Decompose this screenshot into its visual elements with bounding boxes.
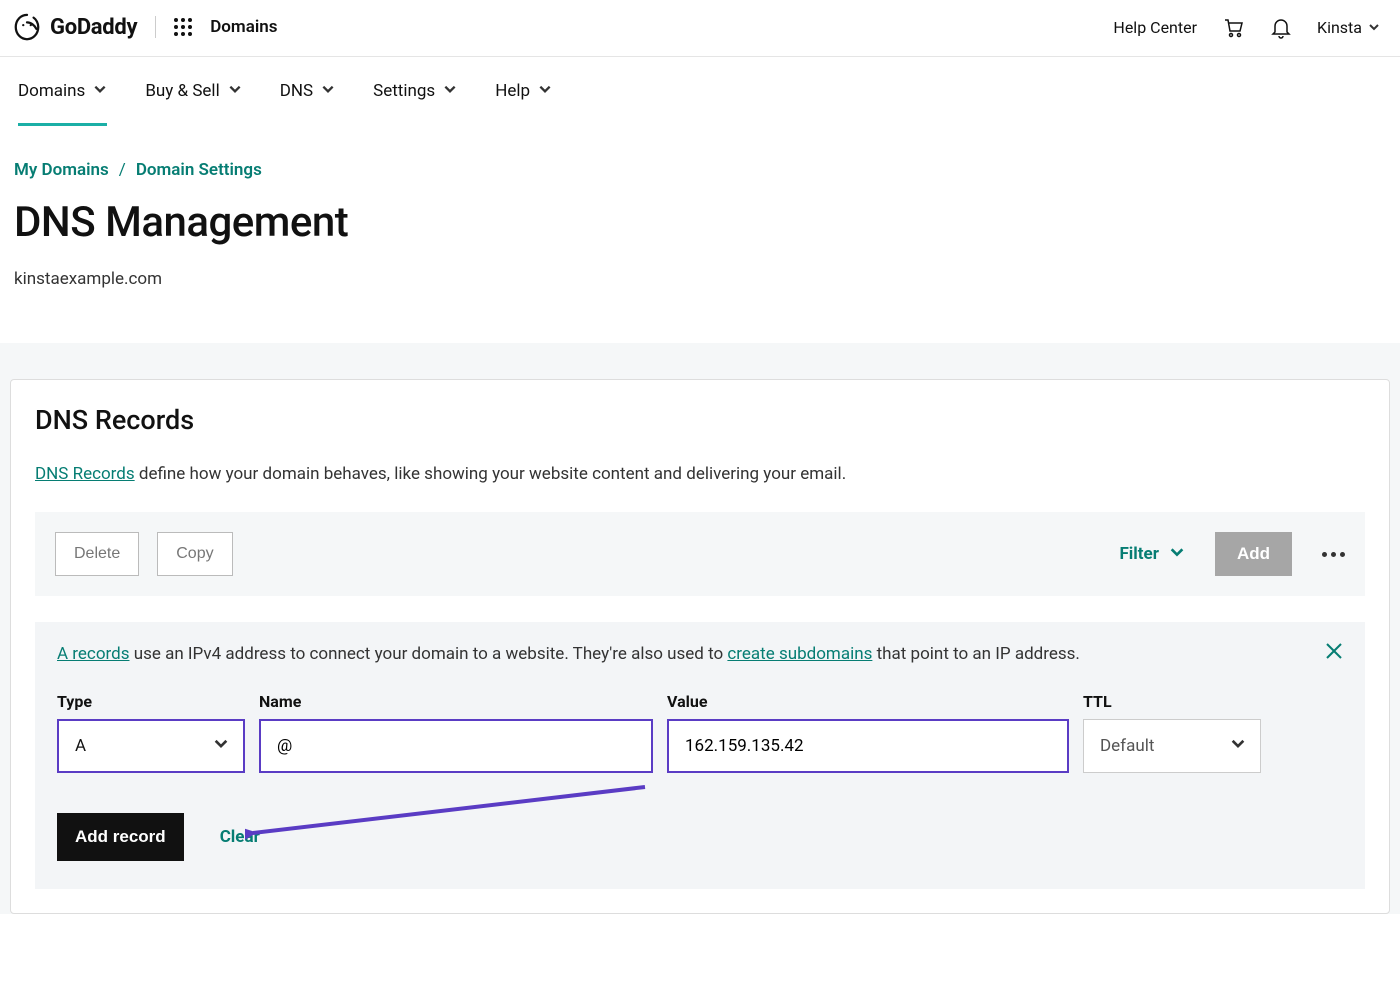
close-icon[interactable]	[1325, 642, 1343, 664]
apps-grid-icon[interactable]	[174, 18, 192, 36]
type-select[interactable]: A	[57, 719, 245, 773]
value-input-wrap	[667, 719, 1069, 773]
breadcrumb-separator: /	[119, 160, 126, 180]
chevron-down-icon	[538, 81, 552, 101]
dns-records-link[interactable]: DNS Records	[35, 464, 135, 484]
a-records-link[interactable]: A records	[57, 644, 129, 664]
type-value: A	[75, 736, 86, 756]
delete-button[interactable]: Delete	[55, 532, 139, 576]
filter-label: Filter	[1119, 544, 1159, 564]
add-record-button[interactable]: Add record	[57, 813, 184, 861]
brand-name: GoDaddy	[50, 15, 137, 40]
help-center-link[interactable]: Help Center	[1113, 18, 1197, 37]
create-subdomains-link[interactable]: create subdomains	[727, 644, 872, 664]
ttl-value: Default	[1100, 736, 1154, 756]
name-input-wrap	[259, 719, 653, 773]
value-input[interactable]	[685, 736, 1051, 756]
chevron-down-icon	[321, 81, 335, 101]
page-title: DNS Management	[14, 198, 1386, 247]
nav-label: Buy & Sell	[145, 81, 219, 101]
copy-button[interactable]: Copy	[157, 532, 232, 576]
annotation-arrow-icon	[245, 783, 655, 843]
card-heading: DNS Records	[35, 404, 1365, 436]
records-toolbar: Delete Copy Filter Add	[35, 512, 1365, 596]
dns-records-card: DNS Records DNS Records define how your …	[10, 379, 1390, 914]
value-label: Value	[667, 692, 1069, 711]
nav-help[interactable]: Help	[495, 57, 552, 126]
nav-settings[interactable]: Settings	[373, 57, 457, 126]
chevron-down-icon	[228, 81, 242, 101]
clear-link[interactable]: Clear	[220, 827, 260, 847]
chevron-down-icon	[1368, 18, 1380, 37]
nav-label: Settings	[373, 81, 435, 101]
ttl-select[interactable]: Default	[1083, 719, 1261, 773]
user-name: Kinsta	[1317, 18, 1362, 37]
section-label: Domains	[210, 17, 277, 37]
domain-name: kinstaexample.com	[14, 269, 1386, 289]
chevron-down-icon	[443, 81, 457, 101]
breadcrumb-domain-settings[interactable]: Domain Settings	[136, 160, 262, 180]
filter-button[interactable]: Filter	[1119, 544, 1185, 565]
bell-icon[interactable]	[1269, 15, 1293, 39]
chevron-down-icon	[213, 736, 229, 757]
record-hint: A records use an IPv4 address to connect…	[57, 644, 1343, 664]
nav-label: DNS	[280, 81, 313, 101]
card-description: DNS Records define how your domain behav…	[35, 464, 1365, 484]
ttl-label: TTL	[1083, 692, 1261, 711]
cart-icon[interactable]	[1221, 15, 1245, 39]
chevron-down-icon	[93, 81, 107, 101]
name-input[interactable]	[277, 736, 635, 756]
nav-label: Help	[495, 81, 530, 101]
user-menu[interactable]: Kinsta	[1317, 18, 1380, 37]
divider	[155, 16, 156, 38]
add-button[interactable]: Add	[1215, 532, 1292, 576]
more-menu-icon[interactable]	[1322, 552, 1345, 557]
nav-buy-sell[interactable]: Buy & Sell	[145, 57, 241, 126]
add-record-panel: A records use an IPv4 address to connect…	[35, 622, 1365, 889]
godaddy-logo-icon	[12, 12, 42, 42]
name-label: Name	[259, 692, 653, 711]
type-label: Type	[57, 692, 245, 711]
chevron-down-icon	[1230, 736, 1246, 757]
nav-dns[interactable]: DNS	[280, 57, 335, 126]
chevron-down-icon	[1169, 544, 1185, 565]
nav-domains[interactable]: Domains	[18, 57, 107, 126]
brand-logo[interactable]: GoDaddy	[12, 12, 137, 42]
nav-label: Domains	[18, 81, 85, 101]
breadcrumb: My Domains / Domain Settings	[14, 160, 1386, 180]
breadcrumb-my-domains[interactable]: My Domains	[14, 160, 109, 180]
